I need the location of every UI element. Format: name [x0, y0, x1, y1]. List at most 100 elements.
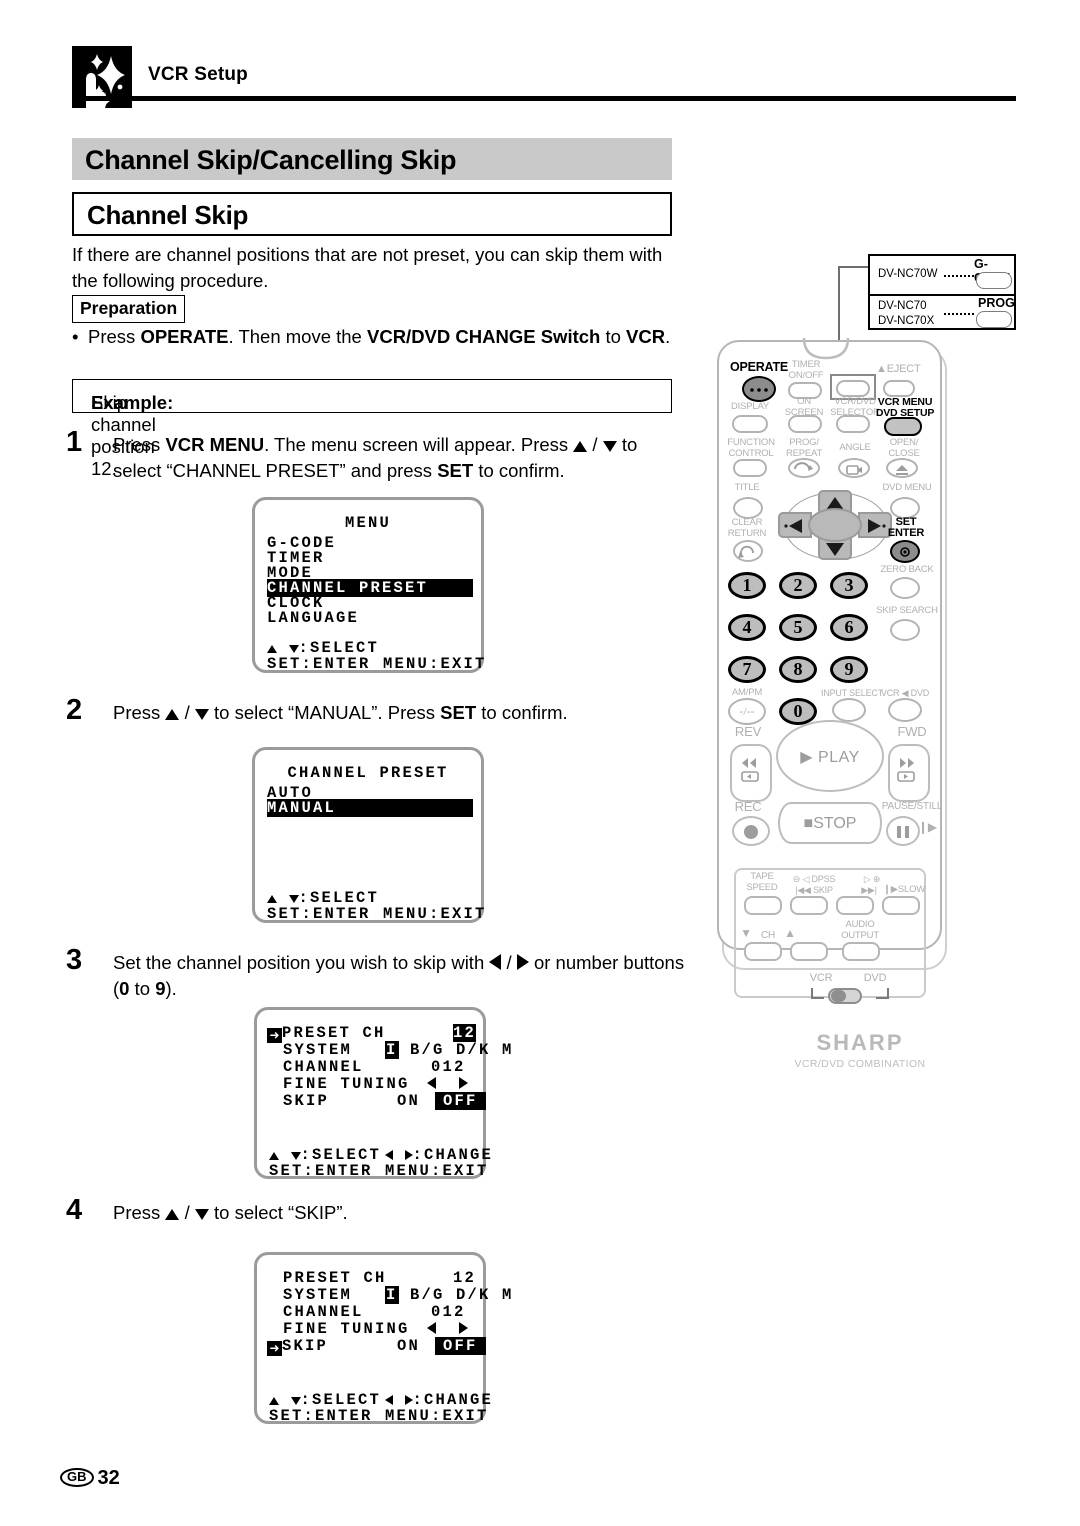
vcr-dvd-label: VCR ◀ DVD: [880, 688, 930, 698]
dpad-left-button[interactable]: [778, 512, 812, 538]
title-label: TITLE: [734, 482, 760, 493]
prep-text-2: . Then move the: [228, 326, 367, 347]
page-title: VCR Setup: [148, 64, 248, 85]
vcr-menu-dvd-setup-button[interactable]: [884, 417, 922, 436]
slow-label: ❙▶SLOW: [882, 884, 926, 895]
operate-button[interactable]: [742, 376, 776, 402]
number-button-9[interactable]: 9: [830, 656, 868, 683]
up-arrow-icon: [165, 1209, 180, 1220]
prog-button[interactable]: [976, 311, 1012, 328]
set-enter-button[interactable]: [890, 540, 920, 563]
clear-return-button[interactable]: [733, 540, 763, 562]
model-callout-box: DV-NC70W G-CODE DV-NC70 DV-NC70X PROG: [868, 254, 1016, 330]
operate-label: OPERATE: [729, 360, 789, 374]
osd4-hint-enter: SET:ENTER: [269, 1407, 373, 1425]
osd1-item-5: LANGUAGE: [267, 609, 360, 627]
callout-line-horizontal: [838, 266, 868, 268]
input-select-button[interactable]: [832, 698, 866, 722]
step-2-text: Press / to select “MANUAL”. Press SET to…: [113, 702, 568, 723]
page-number: 32: [97, 1467, 120, 1489]
osd4-row-0-label: PRESET CH: [283, 1269, 387, 1287]
rewind-icon: [741, 758, 759, 782]
display-button[interactable]: [732, 415, 768, 433]
dpss-plus-label: ▷ ⊕: [863, 874, 881, 884]
vcr-dvd-selector-button[interactable]: [836, 380, 870, 397]
dpad-center[interactable]: [808, 508, 862, 542]
sharp-subtitle: VCR/DVD COMBINATION: [794, 1058, 926, 1070]
tape-speed-button[interactable]: [744, 896, 782, 915]
eject-triangle-icon: ▲: [876, 363, 887, 375]
angle-label: ANGLE: [839, 442, 871, 453]
number-button-8[interactable]: 8: [779, 656, 817, 683]
number-button-7[interactable]: 7: [728, 656, 766, 683]
stop-button[interactable]: ■STOP: [778, 802, 882, 844]
ch-down-button[interactable]: [744, 942, 782, 961]
number-button-3[interactable]: 3: [830, 572, 868, 599]
osd4-row-4-off: OFF: [435, 1337, 486, 1355]
skip-search-button[interactable]: [890, 619, 920, 641]
number-button-2[interactable]: 2: [779, 572, 817, 599]
dpss-skip-fwd-button[interactable]: [836, 896, 874, 915]
function-control-button[interactable]: [733, 459, 767, 477]
prep-bold-operate: OPERATE: [140, 326, 229, 347]
repeat-icon: [794, 462, 813, 471]
slow-button[interactable]: [882, 896, 920, 915]
play-button[interactable]: ▶ PLAY: [776, 720, 884, 792]
number-button-1[interactable]: 1: [728, 572, 766, 599]
eject-button[interactable]: [883, 380, 915, 397]
model-dv-nc70: DV-NC70: [878, 300, 927, 312]
remote-control-diagram: DV-NC70W G-CODE DV-NC70 DV-NC70X PROG OP…: [700, 240, 1030, 1140]
osd-preset-ch-screen-step4: PRESET CH 12 SYSTEM I B/G D/K M CHANNEL …: [254, 1252, 511, 1425]
fwd-label: FWD: [897, 724, 927, 739]
step-2: 2 Press / to select “MANUAL”. Press SET …: [66, 694, 686, 726]
number-button-5[interactable]: 5: [779, 614, 817, 641]
rev-button[interactable]: [730, 744, 772, 802]
osd3-row-4-label: SKIP: [283, 1092, 330, 1110]
return-arrow-icon: [738, 545, 754, 558]
up-arrow-icon: [573, 441, 588, 452]
am-pm-button[interactable]: -/--: [728, 698, 766, 725]
osd3-row-3-value: [427, 1075, 469, 1093]
audio-output-button[interactable]: [842, 942, 880, 961]
zero-back-button[interactable]: [890, 577, 920, 599]
step-4-number: 4: [66, 1194, 83, 1226]
switch-knob[interactable]: [831, 990, 846, 1002]
pause-still-button[interactable]: [886, 816, 920, 846]
pause-icon: [897, 826, 909, 838]
osd4-row-3-label: FINE TUNING: [283, 1320, 410, 1338]
subsection-title-box: Channel Skip: [72, 192, 672, 236]
rec-button[interactable]: [732, 816, 770, 846]
rev-label: REV: [734, 724, 762, 739]
prog-repeat-button[interactable]: [788, 458, 820, 478]
dpss-label: ⊖ ◁ DPSS: [792, 874, 836, 884]
am-pm-label: AM/PM: [731, 687, 763, 698]
system-chip: I: [385, 1286, 399, 1304]
region-badge: GB: [60, 1468, 94, 1487]
osd3-row-0-value: 12: [453, 1024, 477, 1042]
example-box: Example: Skip channel position 12.: [72, 379, 672, 479]
gcode-button[interactable]: [976, 272, 1012, 289]
number-button-0[interactable]: 0: [779, 698, 817, 725]
number-button-4[interactable]: 4: [728, 614, 766, 641]
osd3-row-1-value: I B/G D/K M: [385, 1041, 514, 1059]
osd3-row-3-label: FINE TUNING: [283, 1075, 410, 1093]
osd4-row-2-value: 012: [431, 1303, 466, 1321]
prog-label: PROG: [978, 296, 1015, 310]
vcr-dvd-change-switch[interactable]: [828, 988, 862, 1004]
eject-label: ▲EJECT: [876, 363, 921, 375]
fast-forward-icon: [897, 758, 915, 782]
dpss-skip-back-button[interactable]: [790, 896, 828, 915]
title-button[interactable]: [733, 497, 763, 519]
angle-button[interactable]: [838, 458, 870, 478]
right-arrow-icon: [516, 954, 529, 970]
manual-page: VCR Setup Channel Skip/Cancelling Skip C…: [0, 0, 1080, 1526]
vcr-dvd-button[interactable]: [888, 698, 922, 722]
step-4-text: Press / to select “SKIP”.: [113, 1202, 348, 1223]
open-close-button[interactable]: [886, 458, 918, 478]
ch-up-button[interactable]: [790, 942, 828, 961]
on-screen-button[interactable]: [788, 415, 822, 433]
number-button-6[interactable]: 6: [830, 614, 868, 641]
vcr-dvd-selector-button-2[interactable]: [836, 415, 870, 433]
osd1-hint-exit: MENU:EXIT: [383, 655, 487, 673]
fwd-button[interactable]: [888, 744, 930, 802]
